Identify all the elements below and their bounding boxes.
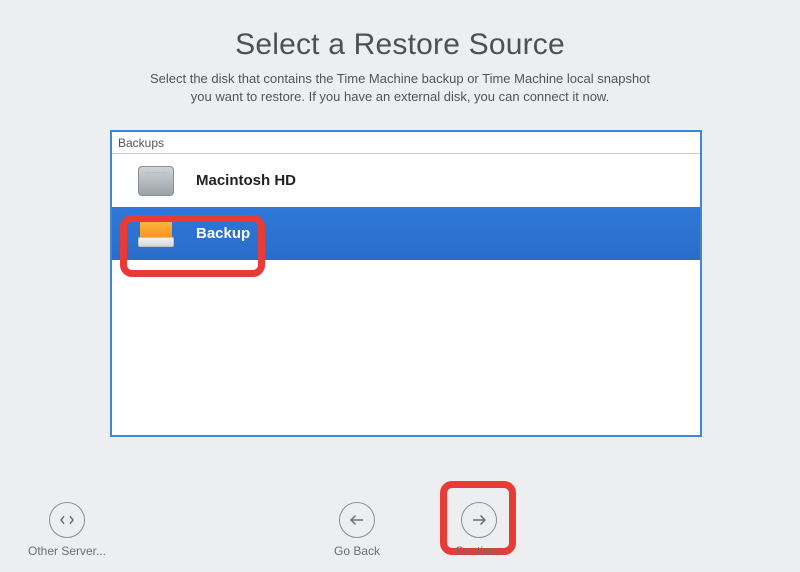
other-server-button[interactable]: Other Server... xyxy=(22,502,112,558)
section-header-backups: Backups xyxy=(112,132,700,154)
continue-button[interactable]: Continue xyxy=(434,502,524,558)
source-row-backup[interactable]: Backup xyxy=(112,207,700,260)
footer-toolbar: Other Server... Go Back Continue xyxy=(0,486,800,558)
subtitle-line-1: Select the disk that contains the Time M… xyxy=(150,71,650,86)
other-server-label: Other Server... xyxy=(22,544,112,558)
source-row-label: Macintosh HD xyxy=(196,172,296,189)
page-subtitle: Select the disk that contains the Time M… xyxy=(0,70,800,105)
arrow-right-icon xyxy=(461,502,497,538)
backup-source-panel: Backups Macintosh HD Backup xyxy=(110,130,702,437)
backup-source-list: Macintosh HD Backup xyxy=(112,154,700,260)
continue-label: Continue xyxy=(434,544,524,558)
page-title: Select a Restore Source xyxy=(0,28,800,62)
subtitle-line-2: you want to restore. If you have an exte… xyxy=(191,89,609,104)
external-drive-icon xyxy=(134,215,178,253)
arrow-left-icon xyxy=(339,502,375,538)
source-row-label: Backup xyxy=(196,225,250,242)
network-icon xyxy=(49,502,85,538)
internal-hdd-icon xyxy=(134,162,178,200)
source-row-macintosh-hd[interactable]: Macintosh HD xyxy=(112,154,700,207)
go-back-label: Go Back xyxy=(312,544,402,558)
go-back-button[interactable]: Go Back xyxy=(312,502,402,558)
